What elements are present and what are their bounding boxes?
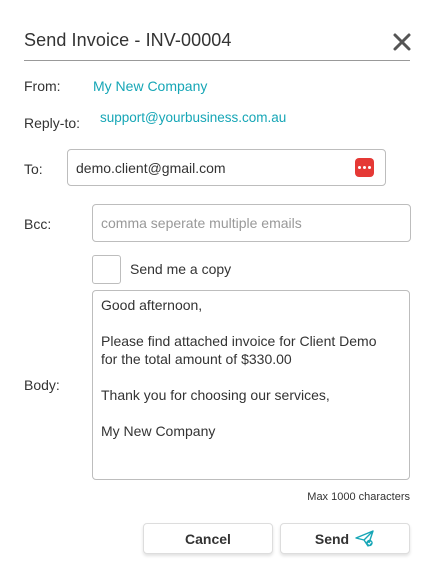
- bcc-field[interactable]: [92, 204, 411, 242]
- body-line: [101, 368, 401, 386]
- cancel-button-label: Cancel: [185, 530, 231, 547]
- to-input[interactable]: [68, 150, 385, 185]
- bcc-input[interactable]: [93, 205, 410, 241]
- body-line: Please find attached invoice for Client …: [101, 333, 377, 349]
- body-line: Good afternoon,: [101, 297, 203, 313]
- paper-plane-icon: [355, 529, 375, 548]
- send-invoice-dialog: Send Invoice - INV-00004 From: My New Co…: [0, 0, 436, 582]
- close-icon[interactable]: [390, 30, 414, 54]
- more-options-icon[interactable]: [355, 158, 374, 177]
- body-textarea[interactable]: Good afternoon, Please find attached inv…: [92, 290, 410, 480]
- send-copy-checkbox[interactable]: [92, 255, 121, 284]
- from-value: My New Company: [93, 78, 208, 94]
- to-field[interactable]: [67, 149, 386, 186]
- body-line: My New Company: [101, 423, 216, 439]
- body-line: Thank you for choosing our services,: [101, 387, 330, 403]
- send-button-label: Send: [314, 530, 350, 547]
- reply-to-label: Reply-to:: [24, 115, 81, 131]
- to-label: To:: [24, 161, 43, 177]
- bcc-label: Bcc:: [24, 216, 52, 232]
- reply-to-value: support@yourbusiness.com.au: [100, 110, 287, 125]
- title-divider: [24, 60, 410, 61]
- body-label: Body:: [24, 377, 60, 393]
- body-line: [101, 314, 401, 332]
- body-line: for the total amount of $330.00: [101, 351, 292, 367]
- from-label: From:: [24, 78, 61, 94]
- send-button[interactable]: Send: [280, 523, 410, 554]
- send-copy-label: Send me a copy: [130, 261, 232, 277]
- max-characters-note: Max 1000 characters: [307, 491, 410, 503]
- cancel-button[interactable]: Cancel: [143, 523, 273, 554]
- dialog-title: Send Invoice - INV-00004: [24, 30, 232, 50]
- body-line: [101, 404, 401, 422]
